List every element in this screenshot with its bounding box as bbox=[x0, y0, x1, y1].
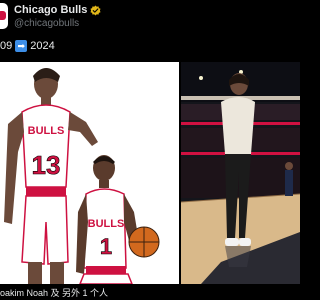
jersey-text-right: BULLS bbox=[88, 218, 125, 230]
right-arrow-emoji-icon: ➡ bbox=[15, 40, 28, 52]
jersey-text-left: BULLS bbox=[28, 125, 65, 137]
verified-badge-icon bbox=[90, 5, 101, 15]
players-photo-illustration: BULLS 13 BULLS 1 bbox=[4, 68, 160, 284]
tagged-people-caption[interactable]: oakim Noah 及 另外 1 个人 bbox=[0, 286, 108, 299]
tweet-text: 09 ➡ 2024 bbox=[0, 40, 55, 52]
account-handle[interactable]: @chicagobulls bbox=[14, 18, 79, 29]
jersey-number-1: 1 bbox=[100, 234, 112, 259]
account-name-row[interactable]: Chicago Bulls bbox=[14, 4, 101, 16]
account-name[interactable]: Chicago Bulls bbox=[14, 4, 87, 16]
tweet-header: Chicago Bulls @chicagobulls bbox=[0, 0, 300, 34]
tweet-text-end: 2024 bbox=[30, 40, 55, 52]
tweet-media[interactable]: BULLS 13 BULLS 1 bbox=[0, 62, 300, 284]
tweet-text-start: 09 bbox=[0, 40, 13, 52]
jersey-number-13: 13 bbox=[32, 150, 61, 180]
media-image-arena-2024[interactable] bbox=[181, 62, 300, 284]
media-image-players-2008[interactable]: BULLS 13 BULLS 1 bbox=[0, 62, 179, 284]
account-avatar[interactable] bbox=[0, 3, 8, 29]
bulls-logo-icon bbox=[0, 11, 6, 20]
arena-photo-illustration bbox=[181, 62, 300, 284]
